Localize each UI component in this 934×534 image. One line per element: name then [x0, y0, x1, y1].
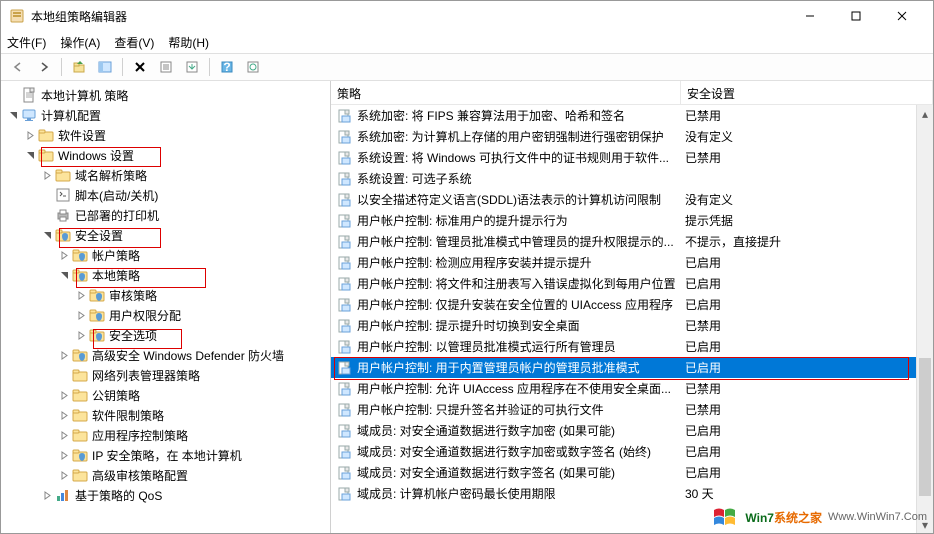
maximize-button[interactable]: [833, 1, 879, 31]
policy-row[interactable]: 用户帐户控制: 管理员批准模式中管理员的提升权限提示的...不提示，直接提升: [331, 231, 933, 252]
policy-row[interactable]: 用户帐户控制: 允许 UIAccess 应用程序在不使用安全桌面...已禁用: [331, 378, 933, 399]
expand-icon[interactable]: [39, 487, 55, 503]
delete-button[interactable]: [129, 56, 151, 78]
tree-printers[interactable]: 已部署的打印机: [1, 205, 330, 225]
vertical-scrollbar[interactable]: ▴ ▾: [916, 105, 933, 533]
back-button[interactable]: [7, 56, 29, 78]
expand-icon[interactable]: [56, 407, 72, 423]
tree-user-rights[interactable]: 用户权限分配: [1, 305, 330, 325]
col-policy[interactable]: 策略: [331, 81, 681, 104]
policy-row[interactable]: 用户帐户控制: 以管理员批准模式运行所有管理员已启用: [331, 336, 933, 357]
toolbar: ?: [1, 53, 933, 81]
tree-qos[interactable]: 基于策略的 QoS: [1, 485, 330, 505]
tree-defender-firewall[interactable]: 高级安全 Windows Defender 防火墙: [1, 345, 330, 365]
tree-software-restriction[interactable]: 软件限制策略: [1, 405, 330, 425]
menu-file[interactable]: 文件(F): [7, 34, 46, 51]
window-title: 本地组策略编辑器: [31, 8, 787, 25]
expand-icon[interactable]: [73, 287, 89, 303]
policy-row[interactable]: 用户帐户控制: 只提升签名并验证的可执行文件已禁用: [331, 399, 933, 420]
tree-pane[interactable]: 本地计算机 策略计算机配置软件设置Windows 设置域名解析策略脚本(启动/关…: [1, 81, 331, 533]
policy-row[interactable]: 用户帐户控制: 将文件和注册表写入错误虚拟化到每用户位置已启用: [331, 273, 933, 294]
tree-scripts[interactable]: 脚本(启动/关机): [1, 185, 330, 205]
policy-row[interactable]: 用户帐户控制: 标准用户的提升提示行为提示凭据: [331, 210, 933, 231]
svg-text:?: ?: [223, 60, 230, 74]
collapse-icon[interactable]: [22, 147, 38, 163]
expand-icon[interactable]: [39, 167, 55, 183]
tree-audit-policy[interactable]: 审核策略: [1, 285, 330, 305]
show-hide-tree-button[interactable]: [94, 56, 116, 78]
help-button[interactable]: ?: [216, 56, 238, 78]
tree-ipsec[interactable]: IP 安全策略，在 本地计算机: [1, 445, 330, 465]
policy-row[interactable]: 域成员: 对安全通道数据进行数字加密或数字签名 (始终)已启用: [331, 441, 933, 462]
tree-root[interactable]: 本地计算机 策略: [1, 85, 330, 105]
policy-row[interactable]: 用户帐户控制: 用于内置管理员帐户的管理员批准模式已启用: [331, 357, 933, 378]
policy-row[interactable]: 域成员: 对安全通道数据进行数字加密 (如果可能)已启用: [331, 420, 933, 441]
app-icon: [9, 8, 25, 24]
policy-row[interactable]: 用户帐户控制: 检测应用程序安装并提示提升已启用: [331, 252, 933, 273]
up-button[interactable]: [68, 56, 90, 78]
menubar: 文件(F) 操作(A) 查看(V) 帮助(H): [1, 31, 933, 53]
list-header: 策略 安全设置: [331, 81, 933, 105]
tree-software-settings[interactable]: 软件设置: [1, 125, 330, 145]
menu-view[interactable]: 查看(V): [114, 34, 154, 51]
tree-security-options[interactable]: 安全选项: [1, 325, 330, 345]
tree-windows-settings[interactable]: Windows 设置: [1, 145, 330, 165]
windows-logo-icon: [711, 505, 739, 529]
list-pane[interactable]: 策略 安全设置 系统加密: 将 FIPS 兼容算法用于加密、哈希和签名已禁用系统…: [331, 81, 933, 533]
titlebar: 本地组策略编辑器: [1, 1, 933, 31]
expand-icon[interactable]: [56, 447, 72, 463]
properties-button[interactable]: [155, 56, 177, 78]
tree-computer-config[interactable]: 计算机配置: [1, 105, 330, 125]
export-button[interactable]: [181, 56, 203, 78]
collapse-icon[interactable]: [39, 227, 55, 243]
policy-row[interactable]: 用户帐户控制: 仅提升安装在安全位置的 UIAccess 应用程序已启用: [331, 294, 933, 315]
collapse-icon[interactable]: [56, 267, 72, 283]
policy-row[interactable]: 用户帐户控制: 提示提升时切换到安全桌面已禁用: [331, 315, 933, 336]
collapse-icon[interactable]: [5, 107, 21, 123]
tree-public-key[interactable]: 公钥策略: [1, 385, 330, 405]
tree-local-policies[interactable]: 本地策略: [1, 265, 330, 285]
tree-security-settings[interactable]: 安全设置: [1, 225, 330, 245]
expand-icon[interactable]: [56, 467, 72, 483]
policy-row[interactable]: 系统加密: 将 FIPS 兼容算法用于加密、哈希和签名已禁用: [331, 105, 933, 126]
expand-icon[interactable]: [56, 427, 72, 443]
tree-network-list[interactable]: 网络列表管理器策略: [1, 365, 330, 385]
scroll-up-button[interactable]: ▴: [917, 105, 933, 122]
expand-icon[interactable]: [56, 347, 72, 363]
tree-dns-policy[interactable]: 域名解析策略: [1, 165, 330, 185]
tree-advanced-audit[interactable]: 高级审核策略配置: [1, 465, 330, 485]
minimize-button[interactable]: [787, 1, 833, 31]
expand-icon[interactable]: [56, 387, 72, 403]
tree-app-control[interactable]: 应用程序控制策略: [1, 425, 330, 445]
expand-icon[interactable]: [73, 327, 89, 343]
policy-row[interactable]: 域成员: 对安全通道数据进行数字签名 (如果可能)已启用: [331, 462, 933, 483]
col-setting[interactable]: 安全设置: [681, 81, 933, 104]
policy-row[interactable]: 系统设置: 将 Windows 可执行文件中的证书规则用于软件...已禁用: [331, 147, 933, 168]
close-button[interactable]: [879, 1, 925, 31]
policy-row[interactable]: 系统设置: 可选子系统: [331, 168, 933, 189]
menu-action[interactable]: 操作(A): [60, 34, 100, 51]
policy-row[interactable]: 以安全描述符定义语言(SDDL)语法表示的计算机访问限制没有定义: [331, 189, 933, 210]
tree-account-policies[interactable]: 帐户策略: [1, 245, 330, 265]
menu-help[interactable]: 帮助(H): [168, 34, 209, 51]
forward-button[interactable]: [33, 56, 55, 78]
policy-row[interactable]: 域成员: 计算机帐户密码最长使用期限30 天: [331, 483, 933, 504]
policy-row[interactable]: 系统加密: 为计算机上存储的用户密钥强制进行强密钥保护没有定义: [331, 126, 933, 147]
expand-icon[interactable]: [22, 127, 38, 143]
expand-icon[interactable]: [73, 307, 89, 323]
refresh-button[interactable]: [242, 56, 264, 78]
watermark: Win7系统之家 Www.WinWin7.Com: [711, 505, 927, 529]
expand-icon[interactable]: [56, 247, 72, 263]
